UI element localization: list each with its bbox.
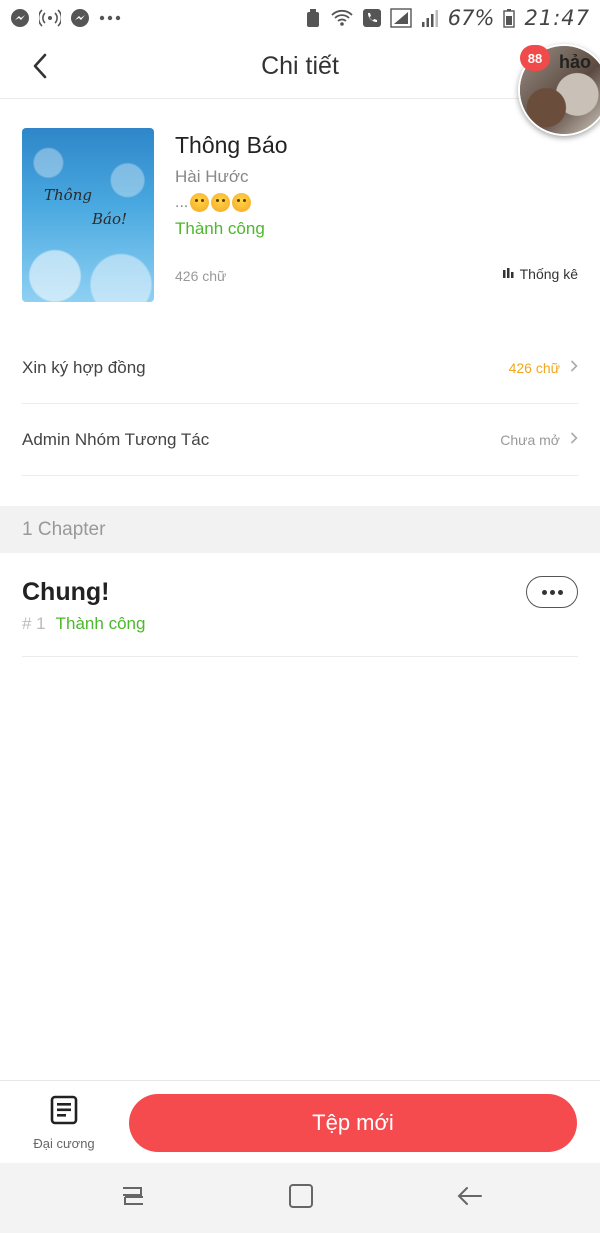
word-count: 426 chữ xyxy=(175,268,227,284)
chapter-meta: # 1 Thành công xyxy=(22,614,145,634)
book-status: Thành công xyxy=(175,219,265,238)
more-dots-icon xyxy=(541,589,547,595)
status-left xyxy=(10,8,121,28)
book-genre: Hài Hước xyxy=(175,167,249,186)
chapters-section-header: 1 Chapter xyxy=(0,506,600,553)
chapter-more-button[interactable] xyxy=(526,576,578,608)
outline-button[interactable]: Đại cương xyxy=(24,1095,104,1155)
book-title: Thông Báo xyxy=(175,132,288,158)
row-right: Chưa mở xyxy=(500,431,578,449)
admin-group-row[interactable]: Admin Nhóm Tương Tác Chưa mở xyxy=(22,404,578,476)
chat-head-name: hảo xyxy=(559,52,592,72)
chapter-title: Chung! xyxy=(22,578,110,606)
contract-row[interactable]: Xin ký hợp đồng 426 chữ xyxy=(22,332,578,404)
status-right: 67% 21:47 xyxy=(305,6,590,30)
chapter-number: # 1 xyxy=(22,614,46,633)
more-dots-icon xyxy=(99,15,121,21)
description-text: ... xyxy=(175,193,189,211)
book-cover[interactable]: Thông Báo! xyxy=(22,128,154,302)
status-clock: 21:47 xyxy=(524,6,590,30)
chapter-item[interactable]: Chung! # 1 Thành công xyxy=(22,560,578,657)
notification-badge: 88 xyxy=(520,45,550,71)
more-dot xyxy=(557,589,563,595)
battery-percentage: 67% xyxy=(447,6,495,30)
battery-icon xyxy=(503,8,516,28)
new-file-button[interactable]: Tệp mới xyxy=(129,1094,577,1152)
upside-down-face-icon xyxy=(211,193,231,212)
stats-button[interactable]: Thống kê xyxy=(502,266,578,282)
back-nav-button[interactable] xyxy=(452,1183,486,1213)
chevron-right-icon xyxy=(570,431,578,449)
back-arrow-icon xyxy=(455,1185,483,1212)
bar-chart-icon xyxy=(502,266,514,282)
upside-down-face-icon xyxy=(232,193,252,212)
status-bar: 67% 21:47 xyxy=(0,0,600,36)
row-label: Admin Nhóm Tương Tác xyxy=(22,429,210,449)
cover-text: Thông xyxy=(44,186,92,204)
outline-label: Đại cương xyxy=(33,1136,95,1151)
recent-apps-button[interactable] xyxy=(116,1183,150,1213)
document-icon xyxy=(50,1095,78,1130)
book-description: ... xyxy=(175,193,252,212)
more-dot xyxy=(549,589,555,595)
wifi-icon xyxy=(330,8,354,28)
home-button[interactable] xyxy=(284,1183,318,1213)
row-label: Xin ký hợp đồng xyxy=(22,357,146,377)
messenger-icon xyxy=(10,8,30,28)
row-right: 426 chữ xyxy=(509,359,578,377)
stats-label: Thống kê xyxy=(519,266,578,282)
chevron-right-icon xyxy=(570,359,578,377)
home-icon xyxy=(288,1183,314,1214)
hotspot-icon xyxy=(39,8,61,28)
call-icon xyxy=(362,9,381,27)
signal-icon xyxy=(390,8,412,28)
upside-down-face-icon xyxy=(190,193,210,212)
bottom-action-bar: Đại cương Tệp mới xyxy=(0,1080,600,1163)
cover-text: Báo! xyxy=(92,210,128,228)
recent-apps-icon xyxy=(119,1185,147,1212)
system-nav-bar xyxy=(0,1163,600,1233)
app-header: Chi tiết xyxy=(0,36,600,99)
chapter-status: Thành công xyxy=(55,614,146,633)
row-value: Chưa mở xyxy=(500,431,560,448)
messenger-icon xyxy=(70,8,90,28)
row-value: 426 chữ xyxy=(508,359,560,376)
page-title: Chi tiết xyxy=(261,52,339,80)
signal-icon xyxy=(421,8,439,28)
recycle-icon xyxy=(305,8,321,28)
